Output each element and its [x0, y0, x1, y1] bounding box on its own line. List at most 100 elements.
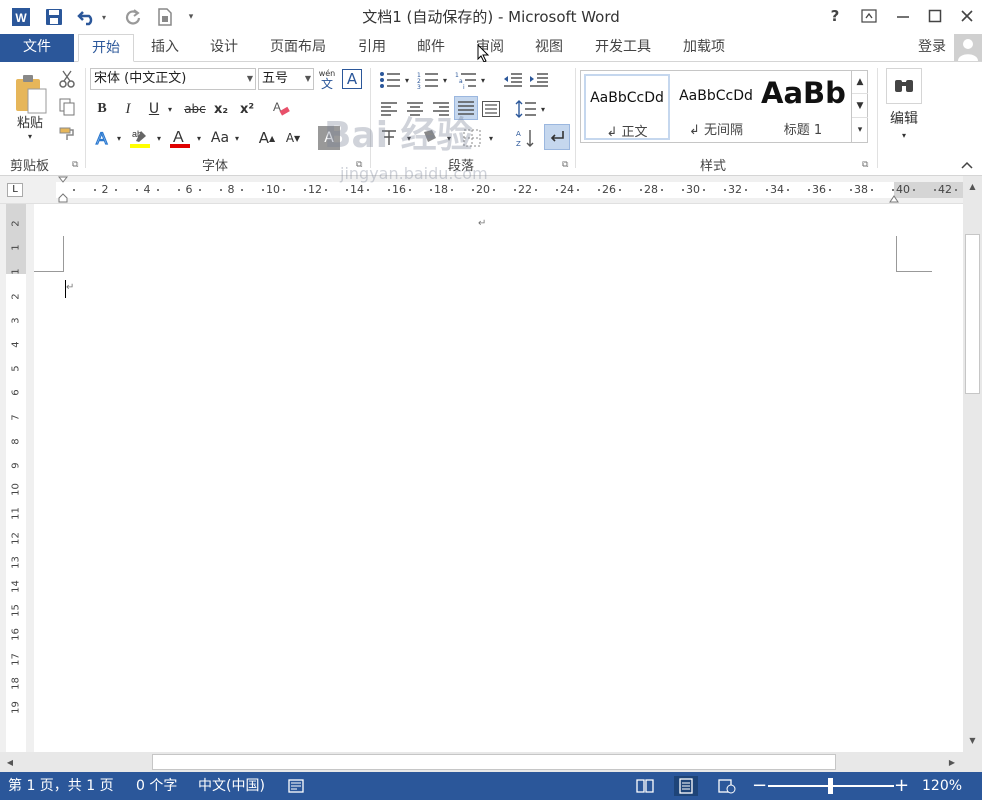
format-painter-icon[interactable] [56, 124, 78, 146]
font-size-combo[interactable]: 五号 ▼ [258, 68, 314, 90]
increase-indent-icon[interactable] [528, 70, 550, 90]
tab-references[interactable]: 引用 [348, 34, 396, 62]
multilevel-dropdown-icon[interactable]: ▾ [478, 70, 488, 90]
font-color-dropdown-icon[interactable]: ▾ [194, 126, 204, 150]
scroll-down-icon[interactable]: ▼ [963, 732, 982, 748]
vertical-ruler[interactable]: 2 1 1 2 3 4 5 6 7 8 9 10 11 12 13 14 15 16 17 18 19 [0, 204, 34, 752]
zoom-slider-thumb[interactable] [828, 778, 833, 794]
decrease-indent-icon[interactable] [502, 70, 524, 90]
font-name-combo[interactable]: 宋体 (中文正文) ▼ [90, 68, 256, 90]
editing-button[interactable]: 编辑 [884, 108, 924, 128]
shrink-font-button[interactable]: A ▼ [282, 126, 304, 150]
clear-formatting-icon[interactable]: A [270, 96, 292, 120]
paragraph-launcher-icon[interactable]: ⧉ [562, 160, 568, 170]
text-effects-icon[interactable]: A [92, 126, 114, 150]
superscript-button[interactable]: x² [236, 98, 258, 120]
paste-dropdown-icon[interactable]: ▾ [22, 130, 38, 142]
grow-font-button[interactable]: A ▲ [256, 126, 278, 150]
document-page[interactable]: ↵ ↵ Bai 经验 jingyan.baidu.com [34, 115, 962, 752]
italic-button[interactable]: I [118, 98, 138, 120]
tab-file[interactable]: 文件 [0, 34, 74, 62]
help-button[interactable]: ? [818, 0, 852, 32]
read-mode-icon[interactable] [636, 778, 654, 794]
close-button[interactable] [950, 0, 982, 32]
vertical-scrollbar[interactable]: ▲ ▼ [963, 176, 982, 752]
gallery-more-icon[interactable]: ▾ [852, 118, 868, 142]
styles-launcher-icon[interactable]: ⧉ [862, 160, 868, 170]
user-avatar[interactable] [954, 34, 982, 61]
sign-in-link[interactable]: 登录 [910, 34, 954, 62]
maximize-button[interactable] [918, 0, 952, 32]
style-heading-1-name: 标题 1 [783, 123, 823, 138]
strikethrough-button[interactable]: abc [180, 98, 210, 120]
phonetic-guide-button[interactable]: wén 文 [316, 66, 338, 92]
editing-dropdown-icon[interactable]: ▾ [896, 128, 912, 142]
style-no-spacing[interactable]: AaBbCcDd ↲ 无间隔 [673, 74, 759, 140]
zoom-in-button[interactable]: + [894, 772, 909, 800]
style-heading-1[interactable]: AaBb 标题 1 [761, 74, 845, 140]
underline-button[interactable]: U [144, 98, 164, 120]
tab-mailings[interactable]: 邮件 [407, 34, 455, 62]
tab-addins[interactable]: 加载项 [672, 34, 736, 62]
text-effects-dropdown-icon[interactable]: ▾ [114, 126, 124, 150]
horizontal-ruler[interactable]: L 2 4 6 8 10 12 14 16 18 20 22 24 26 28 30 32 34 36 38 40 42 [0, 176, 982, 204]
change-case-button[interactable]: Aa [208, 126, 232, 150]
language-indicator[interactable]: 中文(中国) [198, 772, 265, 800]
tab-developer[interactable]: 开发工具 [584, 34, 662, 62]
borders-dropdown-icon[interactable]: ▾ [486, 126, 496, 150]
minimize-button[interactable] [886, 0, 920, 32]
bold-button[interactable]: B [92, 98, 112, 120]
collapse-ribbon-icon[interactable] [958, 158, 976, 172]
gallery-up-icon[interactable]: ▲ [852, 71, 868, 94]
show-hide-marks-icon[interactable] [544, 124, 570, 150]
horizontal-scroll-thumb[interactable] [152, 754, 836, 770]
horizontal-scrollbar[interactable]: ◀ ▶ [0, 752, 982, 772]
underline-dropdown-icon[interactable]: ▾ [164, 98, 176, 120]
bullets-dropdown-icon[interactable]: ▾ [402, 70, 412, 90]
gallery-down-icon[interactable]: ▼ [852, 94, 868, 118]
vertical-scroll-thumb[interactable] [965, 234, 980, 394]
numbering-icon[interactable]: 123 [416, 70, 440, 90]
zoom-out-button[interactable]: − [752, 772, 767, 800]
page-count[interactable]: 第 1 页，共 1 页 [8, 772, 114, 800]
distributed-icon[interactable] [480, 98, 502, 120]
ruler-tick-mark [850, 189, 852, 191]
paste-button[interactable]: 粘贴 [8, 112, 52, 131]
ruler-tick-mark [451, 189, 453, 191]
tab-view[interactable]: 视图 [525, 34, 573, 62]
find-icon[interactable] [886, 68, 922, 104]
clipboard-launcher-icon[interactable]: ⧉ [72, 160, 78, 170]
tab-insert[interactable]: 插入 [140, 34, 190, 62]
web-layout-icon[interactable] [718, 778, 736, 794]
ruler-tick-label: 4 [10, 341, 22, 348]
cut-icon[interactable] [56, 68, 78, 90]
sort-icon[interactable]: AZ [514, 126, 538, 150]
numbering-dropdown-icon[interactable]: ▾ [440, 70, 450, 90]
ruler-tick-label: 28 [644, 183, 658, 196]
tab-home[interactable]: 开始 [78, 34, 134, 62]
right-indent-marker[interactable] [889, 192, 899, 203]
highlight-dropdown-icon[interactable]: ▾ [154, 126, 164, 150]
subscript-button[interactable]: x₂ [210, 98, 232, 120]
scroll-up-icon[interactable]: ▲ [963, 178, 982, 194]
style-normal[interactable]: AaBbCcDd ↲ 正文 [584, 74, 670, 140]
tab-page-layout[interactable]: 页面布局 [260, 34, 336, 62]
character-border-button[interactable]: A [342, 69, 362, 89]
first-line-indent-marker[interactable] [57, 176, 69, 204]
bullets-icon[interactable] [378, 70, 402, 90]
change-case-dropdown-icon[interactable]: ▾ [232, 126, 242, 150]
line-spacing-icon[interactable] [514, 98, 538, 120]
word-count[interactable]: 0 个字 [136, 772, 177, 800]
scroll-left-icon[interactable]: ◀ [2, 754, 18, 770]
font-color-icon[interactable]: A [168, 126, 192, 150]
copy-icon[interactable] [56, 96, 78, 118]
zoom-level[interactable]: 120% [922, 772, 962, 800]
macro-recording-icon[interactable] [288, 778, 306, 794]
highlight-icon[interactable]: ab [128, 126, 152, 150]
tab-design[interactable]: 设计 [200, 34, 248, 62]
scroll-right-icon[interactable]: ▶ [944, 754, 960, 770]
ribbon-display-options-button[interactable] [852, 0, 886, 32]
line-spacing-dropdown-icon[interactable]: ▾ [538, 98, 548, 120]
multilevel-list-icon[interactable]: 1ai [454, 70, 478, 90]
print-layout-icon[interactable] [674, 776, 698, 796]
